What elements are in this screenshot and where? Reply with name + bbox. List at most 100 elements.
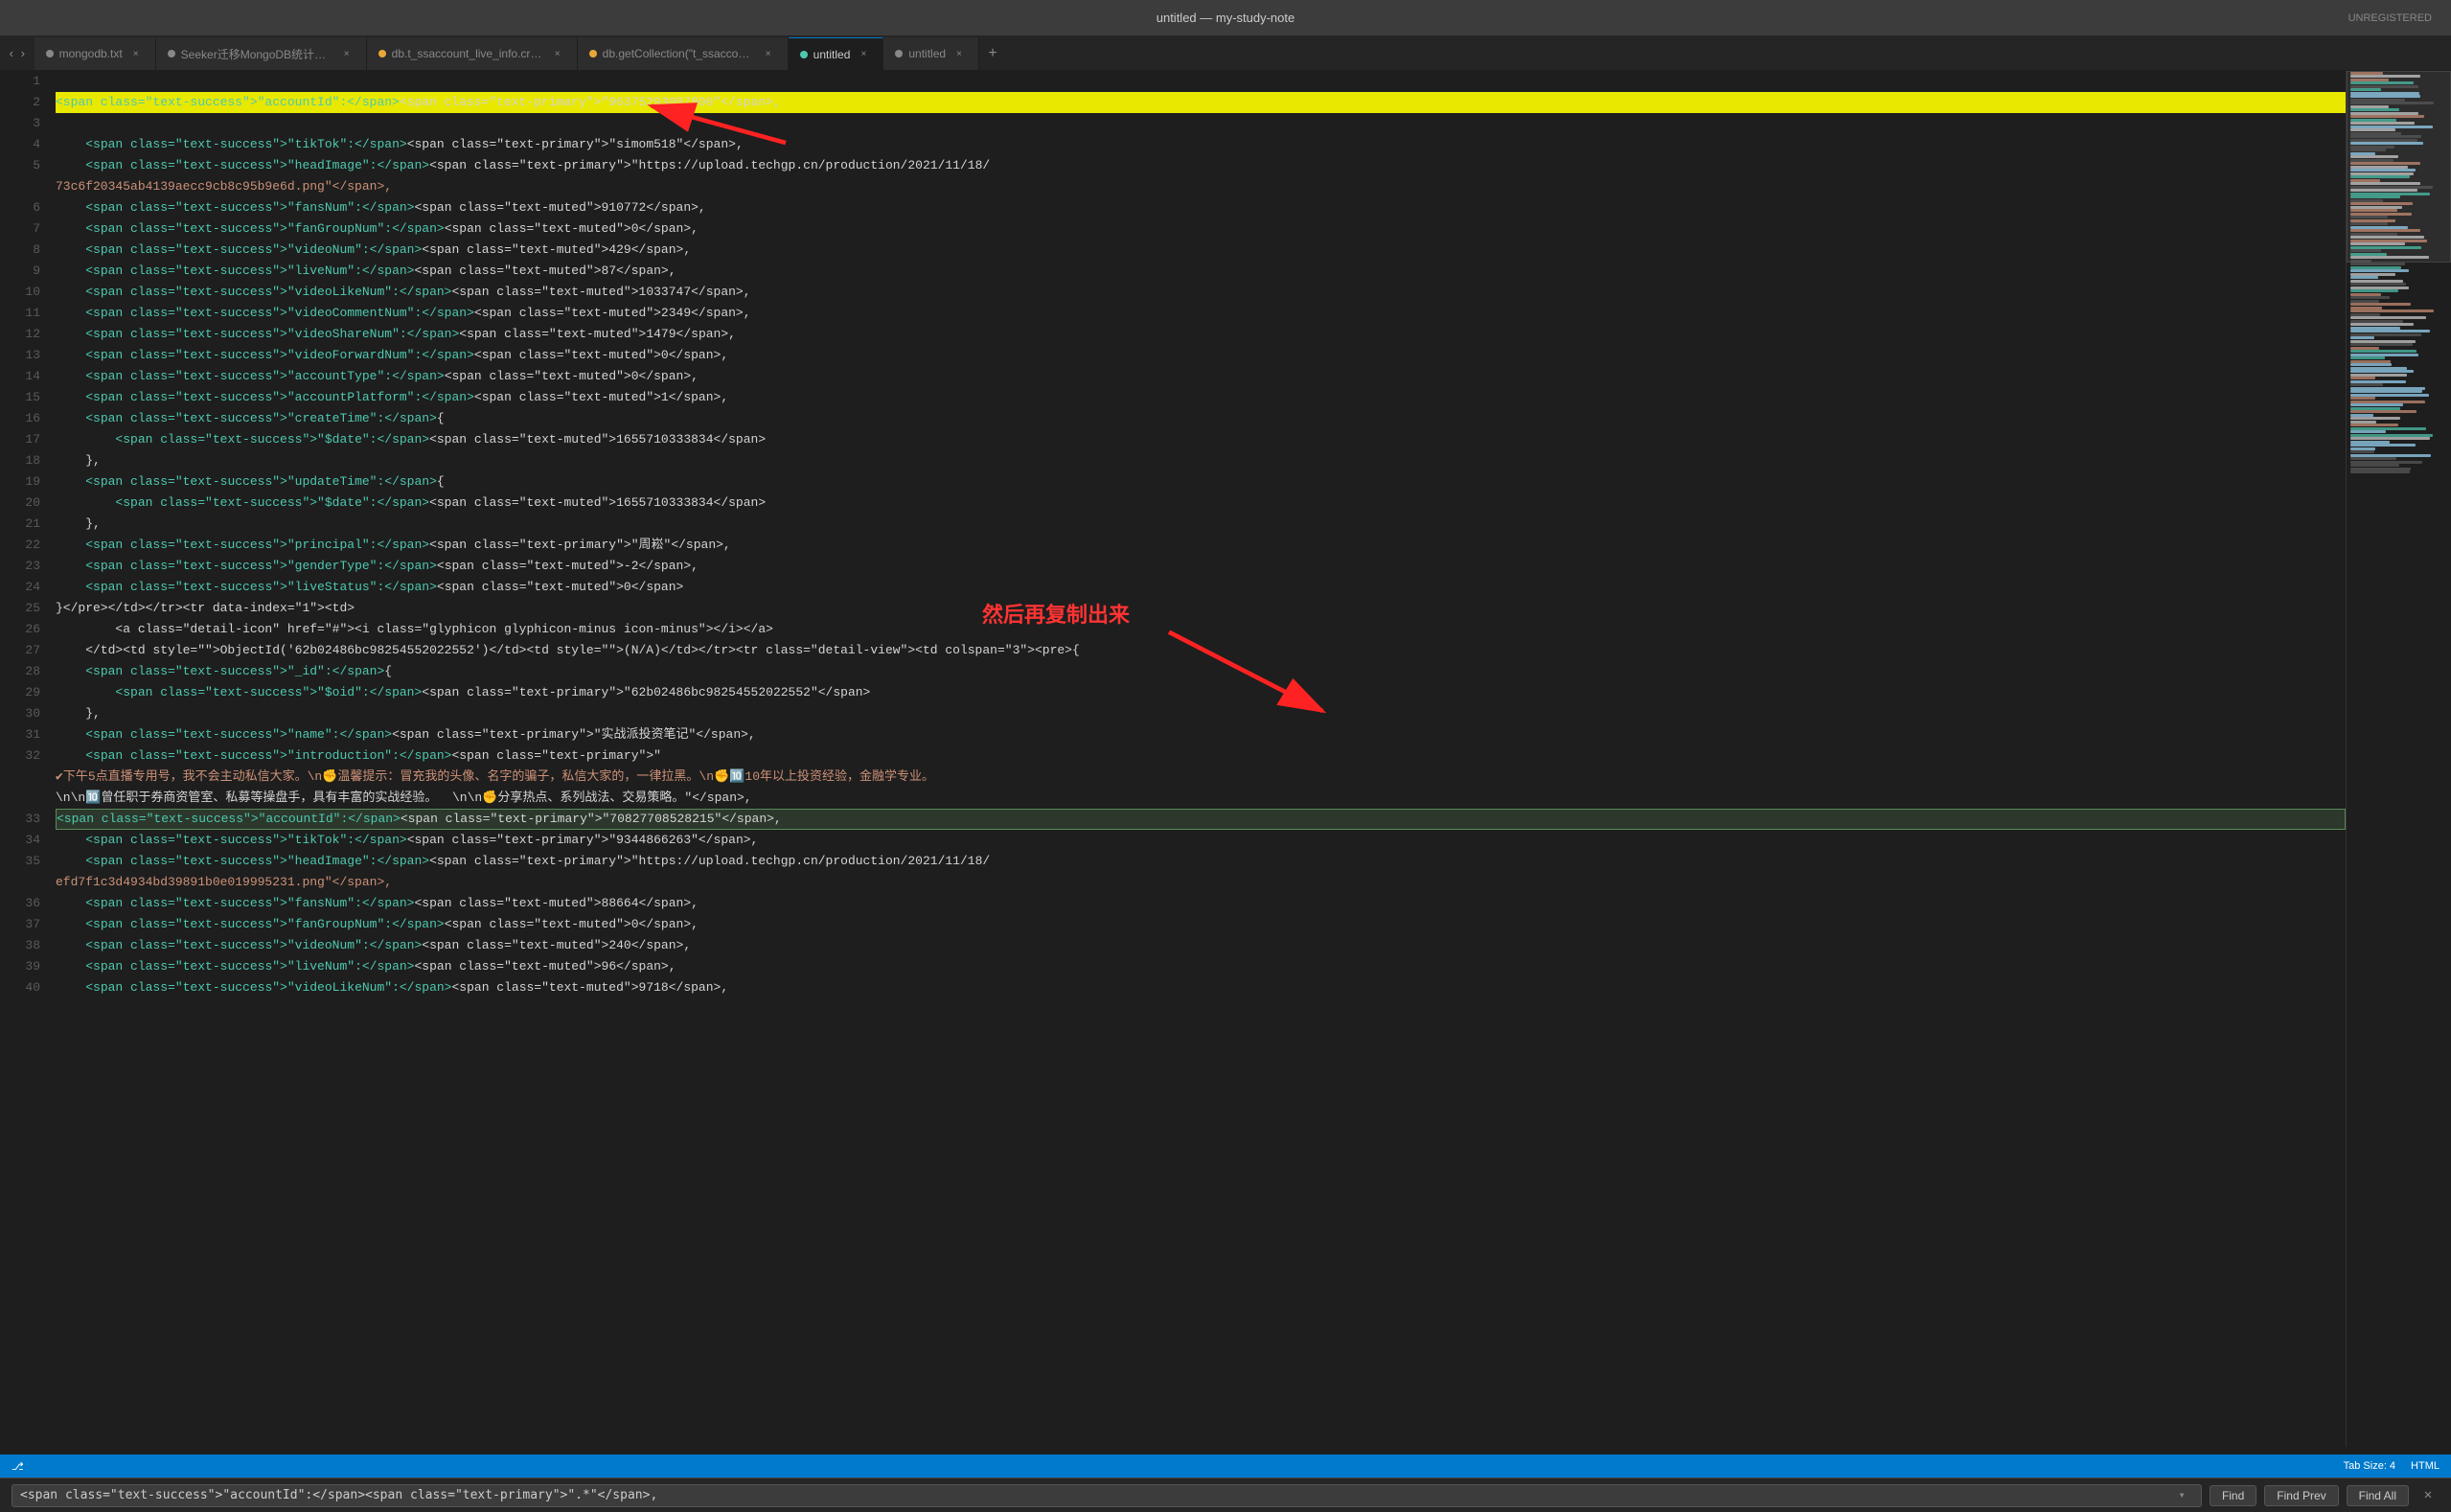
minimap-line: [2350, 149, 2386, 151]
minimap-line: [2350, 403, 2403, 406]
code-line: <span class="text-success">"$oid":</span…: [56, 682, 2346, 703]
find-button[interactable]: Find: [2210, 1485, 2256, 1506]
minimap-line: [2350, 175, 2410, 178]
code-line: <span class="text-success">"headImage":<…: [56, 851, 2346, 872]
minimap-line: [2350, 263, 2405, 265]
code-line: <span class="text-success">"tikTok":</sp…: [56, 134, 2346, 155]
find-close-icon[interactable]: ✕: [2417, 1484, 2440, 1507]
line-number: 39: [0, 956, 40, 977]
tab-close-icon[interactable]: ×: [339, 46, 355, 61]
line-number: 2: [0, 92, 40, 113]
minimap-line: [2350, 316, 2426, 319]
minimap-line: [2350, 115, 2424, 118]
minimap-line: [2350, 410, 2417, 413]
tab-untitled1[interactable]: untitled ×: [789, 37, 884, 70]
line-number: 14: [0, 366, 40, 387]
title-bar: untitled — my-study-note UNREGISTERED: [0, 0, 2451, 36]
find-prev-button[interactable]: Find Prev: [2264, 1485, 2338, 1506]
line-number: 20: [0, 493, 40, 514]
code-line: <span class="text-success">"headImage":<…: [56, 155, 2346, 176]
minimap-line: [2350, 222, 2388, 225]
line-number: 38: [0, 935, 40, 956]
new-tab-button[interactable]: +: [979, 37, 1006, 70]
editor-area[interactable]: <span class="text-success">"accountId":<…: [48, 71, 2346, 1447]
tab-close-icon[interactable]: ×: [951, 46, 967, 61]
status-git[interactable]: ⎇: [11, 1460, 24, 1473]
minimap-line: [2350, 81, 2414, 84]
line-number: 16: [0, 408, 40, 429]
line-number: 34: [0, 830, 40, 851]
tab-db-get[interactable]: db.getCollection("t_ssaccount_video_info…: [578, 37, 789, 70]
minimap-line: [2350, 356, 2385, 359]
minimap-line: [2350, 249, 2381, 252]
tab-nav[interactable]: ‹ ›: [0, 37, 34, 70]
code-line: [56, 113, 2346, 134]
line-number: 4: [0, 134, 40, 155]
line-number: 18: [0, 450, 40, 471]
minimap-line: [2350, 437, 2430, 440]
minimap-line: [2350, 470, 2410, 473]
minimap-line: [2350, 269, 2409, 272]
line-number: 1: [0, 71, 40, 92]
minimap-line: [2350, 444, 2416, 447]
tab-size-indicator[interactable]: Tab Size: 4: [2344, 1460, 2395, 1472]
line-number: 26: [0, 619, 40, 640]
line-number: 17: [0, 429, 40, 450]
find-all-button[interactable]: Find All: [2347, 1485, 2409, 1506]
minimap-line: [2350, 102, 2434, 104]
line-number: 9: [0, 261, 40, 282]
find-input-container[interactable]: ▾: [11, 1484, 2202, 1507]
line-number: 7: [0, 218, 40, 240]
code-line: <span class="text-success">"name":</span…: [56, 724, 2346, 745]
minimap-line: [2350, 162, 2420, 165]
window-title: untitled — my-study-note: [1157, 11, 1295, 25]
minimap-line: [2350, 450, 2374, 453]
status-bar-right: Tab Size: 4 HTML: [2344, 1460, 2440, 1472]
line-number: 13: [0, 345, 40, 366]
tab-close-icon[interactable]: ×: [550, 46, 565, 61]
code-line: <span class="text-success">"videoNum":</…: [56, 935, 2346, 956]
tab-seeker[interactable]: Seeker迁移MongoDB统计（只有这些转mongo了） ×: [156, 37, 367, 70]
minimap-line: [2350, 236, 2424, 239]
tab-close-icon[interactable]: ×: [856, 47, 871, 62]
tab-prev-icon[interactable]: ‹: [8, 47, 15, 61]
minimap-line: [2350, 128, 2395, 131]
language-indicator[interactable]: HTML: [2411, 1460, 2440, 1472]
line-number: 8: [0, 240, 40, 261]
code-line: <span class="text-success">"genderType":…: [56, 556, 2346, 577]
minimap-line: [2350, 122, 2415, 125]
find-input[interactable]: [20, 1488, 2170, 1502]
find-dropdown-icon[interactable]: ▾: [2170, 1484, 2193, 1507]
minimap-line: [2350, 323, 2414, 326]
minimap-line: [2350, 108, 2399, 111]
code-line: },: [56, 514, 2346, 535]
tab-close-icon[interactable]: ×: [128, 46, 144, 61]
line-number: 19: [0, 471, 40, 493]
minimap-line: [2350, 417, 2400, 420]
line-number: 10: [0, 282, 40, 303]
line-number: [0, 872, 40, 893]
code-line: ✔下午5点直播专用号，我不会主动私信大家。\n✊温馨提示：冒充我的头像、名字的骗…: [56, 767, 2346, 788]
code-line: <span class="text-success">"videoLikeNum…: [56, 977, 2346, 998]
line-number: 27: [0, 640, 40, 661]
minimap-line: [2350, 424, 2398, 426]
minimap-line: [2350, 350, 2417, 353]
line-number: 30: [0, 703, 40, 724]
tab-close-icon[interactable]: ×: [761, 46, 776, 61]
code-line: <span class="text-success">"liveNum":</s…: [56, 261, 2346, 282]
line-number: 5: [0, 155, 40, 176]
tab-next-icon[interactable]: ›: [19, 47, 27, 61]
code-line: <span class="text-success">"_id":</span>…: [56, 661, 2346, 682]
minimap-line: [2350, 155, 2398, 158]
line-number: 22: [0, 535, 40, 556]
tab-mongodb[interactable]: mongodb.txt ×: [34, 37, 156, 70]
code-line: <span class="text-success">"fansNum":</s…: [56, 893, 2346, 914]
tab-untitled2[interactable]: untitled ×: [883, 37, 979, 70]
minimap-line: [2350, 276, 2378, 279]
tab-db-t-ss[interactable]: db.t_ssaccount_live_info.createIndex({"l…: [367, 37, 578, 70]
code-line: <span class="text-success">"liveStatus":…: [56, 577, 2346, 598]
minimap-line: [2350, 303, 2411, 306]
line-number: 28: [0, 661, 40, 682]
tab-dot: [589, 50, 597, 57]
line-number: 25: [0, 598, 40, 619]
